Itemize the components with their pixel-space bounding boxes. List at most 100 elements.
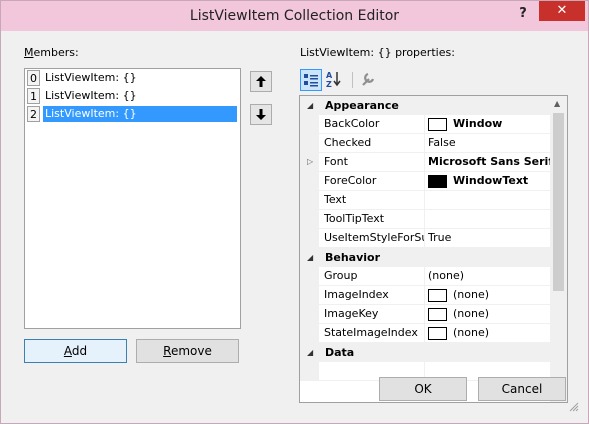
- remove-button[interactable]: Remove: [136, 339, 239, 363]
- dialog-body: Members: 0 ListViewItem: {} 1 ListViewIt…: [9, 31, 580, 415]
- property-row-backcolor[interactable]: BackColor Window: [300, 115, 550, 134]
- row-margin: [300, 172, 319, 191]
- expand-icon[interactable]: ▷: [307, 157, 313, 166]
- categorized-button[interactable]: [300, 69, 322, 91]
- property-row-imageindex[interactable]: ImageIndex (none): [300, 286, 550, 305]
- property-value[interactable]: (none): [426, 267, 550, 286]
- resize-grip-icon[interactable]: [569, 402, 579, 412]
- color-swatch: [428, 174, 447, 188]
- category-data[interactable]: ◢ Data: [300, 343, 550, 362]
- ok-button[interactable]: OK: [379, 377, 467, 401]
- row-margin: [300, 267, 319, 286]
- row-margin: [300, 286, 319, 305]
- property-row-useitemstyle[interactable]: UseItemStyleForSu True: [300, 229, 550, 248]
- list-item-selected[interactable]: 2 ListViewItem: {}: [26, 106, 239, 122]
- row-margin: [300, 134, 319, 153]
- scrollbar-thumb[interactable]: [553, 113, 564, 291]
- add-button[interactable]: Add: [24, 339, 127, 363]
- sort-az-icon: A Z: [326, 71, 341, 89]
- properties-label: ListViewItem: {} properties:: [300, 46, 455, 59]
- cancel-button[interactable]: Cancel: [478, 377, 566, 401]
- property-row-forecolor[interactable]: ForeColor WindowText: [300, 172, 550, 191]
- list-item-index: 2: [27, 106, 40, 122]
- close-button[interactable]: ✕: [539, 1, 585, 21]
- property-value[interactable]: (none): [426, 305, 550, 324]
- list-item-text: ListViewItem: {}: [45, 89, 137, 102]
- property-value-text: (none): [453, 307, 490, 320]
- property-value[interactable]: [426, 191, 550, 210]
- property-value[interactable]: True: [426, 229, 550, 248]
- alphabetical-button[interactable]: A Z: [324, 69, 346, 91]
- svg-text:A: A: [326, 71, 333, 80]
- property-value[interactable]: False: [426, 134, 550, 153]
- row-margin: [300, 362, 319, 381]
- list-item[interactable]: 1 ListViewItem: {}: [26, 88, 239, 104]
- list-item-text: ListViewItem: {}: [43, 106, 237, 122]
- row-margin: [300, 191, 319, 210]
- property-name: Font: [319, 153, 425, 172]
- property-value[interactable]: (none): [426, 286, 550, 305]
- category-name: Behavior: [325, 251, 381, 264]
- remove-mnemonic: R: [163, 344, 171, 358]
- list-item-index: 1: [27, 88, 40, 104]
- property-row-imagekey[interactable]: ImageKey (none): [300, 305, 550, 324]
- scroll-up-icon[interactable]: ▲: [554, 99, 560, 108]
- property-name: ImageIndex: [319, 286, 425, 305]
- property-value[interactable]: Window: [426, 115, 550, 134]
- category-behavior[interactable]: ◢ Behavior: [300, 248, 550, 267]
- property-name: UseItemStyleForSu: [319, 229, 425, 248]
- property-name: StateImageIndex: [319, 324, 425, 343]
- property-value[interactable]: (none): [426, 324, 550, 343]
- property-row-group[interactable]: Group (none): [300, 267, 550, 286]
- property-value[interactable]: Microsoft Sans Serif, 8: [426, 153, 550, 172]
- remove-label-rest: emove: [170, 344, 212, 358]
- arrow-down-icon: [256, 109, 266, 120]
- property-name: Group: [319, 267, 425, 286]
- list-item-index: 0: [27, 70, 40, 86]
- row-margin: [300, 305, 319, 324]
- row-margin: [300, 115, 319, 134]
- property-row-stateimageindex[interactable]: StateImageIndex (none): [300, 324, 550, 343]
- members-label: Members:: [24, 46, 79, 59]
- collection-editor-window: ListViewItem Collection Editor ? ✕ Membe…: [0, 0, 589, 424]
- help-button[interactable]: ?: [511, 4, 535, 24]
- add-label-rest: dd: [71, 344, 88, 358]
- move-down-button[interactable]: [250, 104, 272, 125]
- property-value-text: Window: [453, 117, 503, 130]
- category-appearance[interactable]: ◢ Appearance: [300, 96, 550, 115]
- image-swatch: [428, 288, 447, 302]
- property-row-checked[interactable]: Checked False: [300, 134, 550, 153]
- property-row-font[interactable]: ▷ Font Microsoft Sans Serif, 8: [300, 153, 550, 172]
- collapse-icon[interactable]: ◢: [307, 253, 313, 262]
- property-row-text[interactable]: Text: [300, 191, 550, 210]
- collapse-icon[interactable]: ◢: [307, 348, 313, 357]
- image-swatch: [428, 326, 447, 340]
- property-name: Text: [319, 191, 425, 210]
- property-grid[interactable]: ◢ Appearance BackColor Window Checked Fa…: [299, 95, 568, 403]
- property-name: ForeColor: [319, 172, 425, 191]
- list-item-text: ListViewItem: {}: [45, 71, 137, 84]
- members-label-mnemonic: M: [24, 46, 34, 59]
- property-value-text: WindowText: [453, 174, 529, 187]
- image-swatch: [428, 307, 447, 321]
- toolbar-separator: [352, 72, 353, 88]
- category-name: Data: [325, 346, 355, 359]
- property-value-text: (none): [453, 326, 490, 339]
- members-list[interactable]: 0 ListViewItem: {} 1 ListViewItem: {} 2 …: [24, 68, 241, 329]
- categorized-icon: [304, 74, 318, 87]
- property-row-tooltiptext[interactable]: ToolTipText: [300, 210, 550, 229]
- property-value[interactable]: [426, 210, 550, 229]
- resize-grip-glyph: [569, 402, 579, 412]
- property-value[interactable]: WindowText: [426, 172, 550, 191]
- property-name: ImageKey: [319, 305, 425, 324]
- category-name: Appearance: [325, 99, 399, 112]
- property-name: Checked: [319, 134, 425, 153]
- collapse-icon[interactable]: ◢: [307, 101, 313, 110]
- title-bar[interactable]: ListViewItem Collection Editor ? ✕: [1, 1, 588, 31]
- move-up-button[interactable]: [250, 71, 272, 92]
- wrench-icon: [362, 72, 375, 86]
- property-pages-button: [358, 69, 380, 91]
- property-grid-scrollbar[interactable]: ▲ ▼: [550, 96, 567, 402]
- list-item[interactable]: 0 ListViewItem: {}: [26, 70, 239, 86]
- property-name: BackColor: [319, 115, 425, 134]
